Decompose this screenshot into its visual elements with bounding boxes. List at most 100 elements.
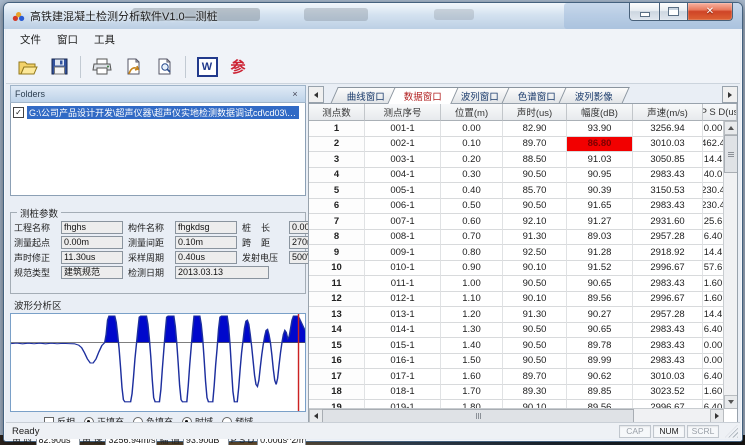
tab-label: 曲线窗口 [347, 89, 385, 103]
vertical-scroll-thumb[interactable] [724, 135, 738, 173]
scroll-down-button[interactable] [724, 395, 738, 409]
menu-item-tools[interactable]: 工具 [86, 30, 123, 49]
param-value-field[interactable]: 11.30us [61, 251, 123, 264]
resize-grip[interactable] [725, 425, 738, 438]
table-cell: 015-1 [365, 338, 441, 354]
vertical-scrollbar[interactable] [723, 121, 737, 409]
print-button[interactable] [88, 53, 116, 81]
table-row[interactable]: 10010-10.9090.1091.522996.6757.6 [309, 261, 724, 277]
table-row[interactable]: 9009-10.8092.5091.282918.9214.4 [309, 245, 724, 261]
maximize-button[interactable] [660, 3, 687, 21]
export-button[interactable] [119, 53, 147, 81]
table-row[interactable]: 1001-10.0082.9093.903256.940.00 [309, 121, 724, 137]
pile-params-title: 测桩参数 [17, 206, 61, 220]
param-value-field[interactable]: 建筑规范 [61, 266, 123, 279]
param-value-field[interactable]: fhgkdsg [175, 221, 237, 234]
table-cell: 91.65 [567, 199, 633, 215]
print-preview-button[interactable] [150, 53, 178, 81]
table-row[interactable]: 16016-11.5090.5089.992983.430.00 [309, 354, 724, 370]
close-button[interactable]: ✕ [687, 3, 733, 21]
param-value-field[interactable]: 0.00m [61, 236, 123, 249]
scroll-up-button[interactable] [724, 121, 738, 135]
table-cell: 90.50 [503, 354, 567, 370]
param-row: 规范类型建筑规范检测日期2013.03.13 [14, 266, 302, 279]
tab-scroll-left-button[interactable] [308, 86, 324, 103]
table-row[interactable]: 4004-10.3090.5090.952983.4340.0 [309, 168, 724, 184]
param-row: 测量起点0.00m测量间距0.10m跨 距270mm [14, 236, 302, 249]
table-cell: 90.27 [567, 307, 633, 323]
tab-data-window[interactable]: 数据窗口 [387, 87, 459, 104]
table-row[interactable]: 17017-11.6089.7090.623010.036.40 [309, 369, 724, 385]
open-folder-icon [18, 59, 38, 75]
column-header-2[interactable]: 位置(m) [441, 104, 503, 121]
table-row[interactable]: 5005-10.4085.7090.393150.53230.4 [309, 183, 724, 199]
table-cell: 1.70 [441, 385, 503, 401]
table-cell: 1.00 [441, 276, 503, 292]
menu-item-window[interactable]: 窗口 [49, 30, 86, 49]
scroll-right-button[interactable] [710, 409, 724, 423]
tree-item[interactable]: ✓ G:\公司产品设计开发\超声仪器\超声仪实地检测数据调试cd\cd03\cd… [13, 106, 303, 119]
table-row[interactable]: 2002-10.1089.7086.803010.03462.4 [309, 137, 724, 153]
table-cell: 90.50 [503, 168, 567, 184]
tab-scroll-right-button[interactable] [722, 86, 738, 103]
table-row[interactable]: 3003-10.2088.5091.033050.8514.4 [309, 152, 724, 168]
param-value-field[interactable]: fhghs [61, 221, 123, 234]
word-export-button[interactable]: W [193, 53, 221, 81]
table-row[interactable]: 12012-11.1090.1089.562996.671.60 [309, 292, 724, 308]
open-file-button[interactable] [14, 53, 42, 81]
column-header-1[interactable]: 测点序号 [365, 104, 441, 121]
params-button[interactable]: 参 [224, 53, 252, 81]
table-cell: 10 [309, 261, 365, 277]
table-cell: 010-1 [365, 261, 441, 277]
table-cell: 91.30 [503, 307, 567, 323]
table-cell: 92.50 [503, 245, 567, 261]
horizontal-scroll-thumb[interactable] [322, 409, 634, 423]
table-cell: 90.62 [567, 369, 633, 385]
tree-checkbox[interactable]: ✓ [13, 107, 24, 118]
tab-label: 波列窗口 [461, 89, 499, 103]
tab-label: 波列影像 [575, 89, 613, 103]
param-value-field[interactable]: 0.40us [175, 251, 237, 264]
table-cell: 1.10 [441, 292, 503, 308]
column-header-0[interactable]: 测点数 [309, 104, 365, 121]
param-value-field[interactable]: 0.10m [175, 236, 237, 249]
table-row[interactable]: 15015-11.4090.5089.782983.430.00 [309, 338, 724, 354]
param-row: 工程名称fhghs构件名称fhgkdsg桩 长0.00m [14, 221, 302, 234]
table-cell: 0.90 [441, 261, 503, 277]
table-cell: 2931.60 [633, 214, 703, 230]
column-header-3[interactable]: 声时(us) [503, 104, 567, 121]
table-row[interactable]: 8008-10.7091.3089.032957.286.40 [309, 230, 724, 246]
table-cell: 2957.28 [633, 307, 703, 323]
table-row[interactable]: 7007-10.6092.1091.272931.6025.6 [309, 214, 724, 230]
table-row[interactable]: 14014-11.3090.5090.652983.436.40 [309, 323, 724, 339]
tab-wave-image[interactable]: 波列影像 [558, 87, 630, 104]
highlighted-cell: 86.80 [567, 137, 633, 153]
table-cell: 0.80 [441, 245, 503, 261]
menu-item-file[interactable]: 文件 [12, 30, 49, 49]
left-arrow-icon [314, 92, 318, 98]
toolbar: W 参 [6, 50, 740, 84]
column-header-5[interactable]: 声速(m/s) [633, 104, 703, 121]
minimize-button[interactable] [629, 3, 660, 21]
table-row[interactable]: 6006-10.5090.5091.652983.43230.4 [309, 199, 724, 215]
title-bar[interactable]: 高铁建混凝土检测分析软件V1.0—测桩 ✕ [4, 3, 742, 29]
printer-icon [92, 58, 112, 75]
table-cell: 2983.43 [633, 323, 703, 339]
waveform-plot[interactable] [10, 313, 306, 412]
status-bar: Ready CAPNUMSCRL [6, 422, 740, 439]
table-row[interactable]: 18018-11.7089.3089.853023.521.60 [309, 385, 724, 401]
param-value-field[interactable]: 2013.03.13 [175, 266, 269, 279]
column-header-6[interactable]: P S D(us [703, 104, 737, 121]
table-cell: 3150.53 [633, 183, 703, 199]
scroll-left-button[interactable] [309, 409, 323, 423]
table-row[interactable]: 13013-11.2091.3090.272957.2814.4 [309, 307, 724, 323]
param-label: 桩 长 [242, 221, 289, 234]
save-button[interactable] [45, 53, 73, 81]
column-header-4[interactable]: 幅度(dB) [567, 104, 633, 121]
folders-close-button[interactable]: × [289, 89, 301, 99]
folders-panel-title: Folders [15, 89, 45, 99]
table-cell: 92.10 [503, 214, 567, 230]
horizontal-scrollbar[interactable] [309, 408, 724, 422]
table-header: 测点数测点序号位置(m)声时(us)幅度(dB)声速(m/s)P S D(us [309, 104, 737, 121]
table-row[interactable]: 11011-11.0090.5090.652983.431.60 [309, 276, 724, 292]
